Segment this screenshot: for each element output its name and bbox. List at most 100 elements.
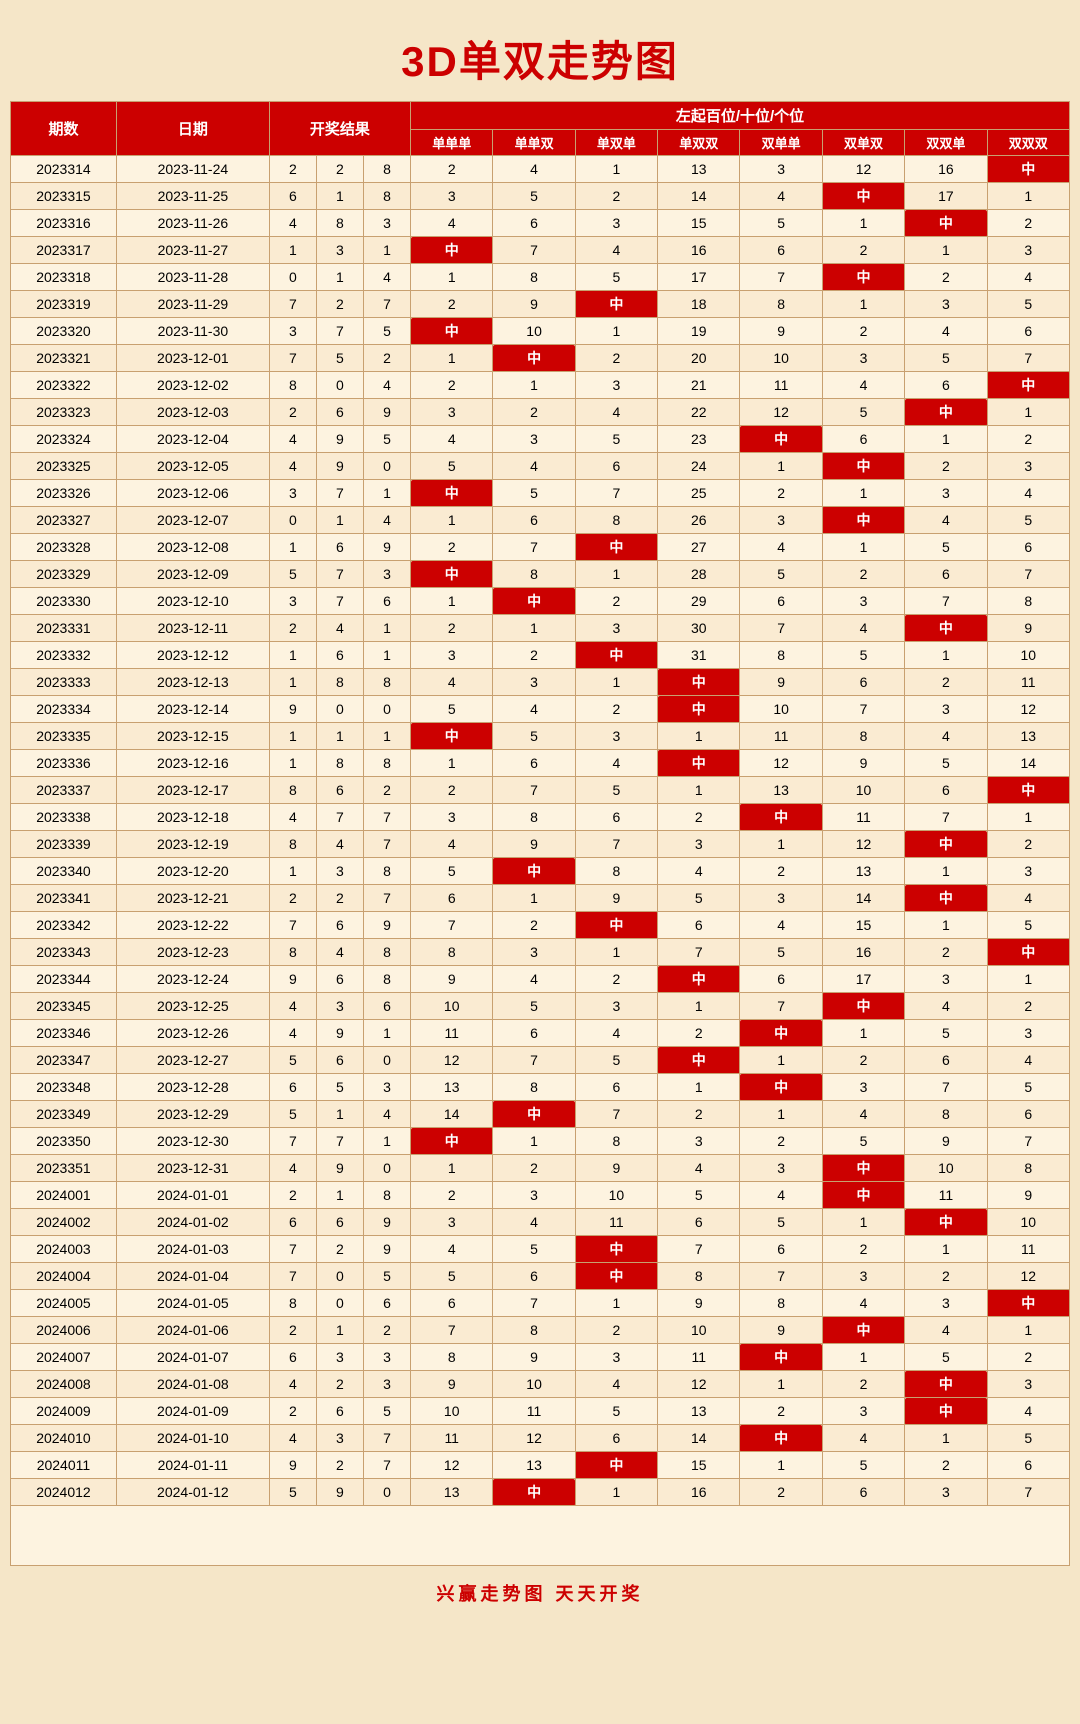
cell-result-1: 6 [316, 642, 363, 669]
cell-date: 2023-12-23 [116, 939, 269, 966]
cell-val-3: 17 [658, 264, 740, 291]
cell-result-2: 9 [363, 534, 410, 561]
cell-period: 2023336 [11, 750, 117, 777]
cell-val-7: 2 [987, 426, 1069, 453]
cell-result-1: 6 [316, 912, 363, 939]
cell-val-0: 6 [411, 1290, 493, 1317]
cell-date: 2024-01-12 [116, 1479, 269, 1506]
col-header-subtitle: 左起百位/十位/个位 [411, 102, 1070, 130]
cell-val-0: 12 [411, 1452, 493, 1479]
col-sub-6: 双单双 [822, 130, 904, 156]
cell-val-4: 5 [740, 1209, 822, 1236]
cell-val-6: 1 [905, 1236, 987, 1263]
cell-val-5: 1 [822, 480, 904, 507]
cell-val-5: 2 [822, 1047, 904, 1074]
table-row: 20233432023-12-2384883175162中 [11, 939, 1070, 966]
cell-result-2: 7 [363, 291, 410, 318]
cell-result-1: 3 [316, 1425, 363, 1452]
cell-result-2: 4 [363, 1101, 410, 1128]
cell-result-1: 3 [316, 858, 363, 885]
cell-result-2: 6 [363, 993, 410, 1020]
cell-val-2: 5 [575, 777, 657, 804]
col-sub-1: 单单单 [411, 130, 493, 156]
cell-result-1: 2 [316, 291, 363, 318]
cell-val-2: 2 [575, 1317, 657, 1344]
cell-date: 2023-11-24 [116, 156, 269, 183]
cell-date: 2023-12-12 [116, 642, 269, 669]
cell-period: 2024003 [11, 1236, 117, 1263]
cell-val-7: 2 [987, 993, 1069, 1020]
cell-result-0: 6 [269, 1074, 316, 1101]
cell-result-1: 5 [316, 1074, 363, 1101]
cell-result-2: 0 [363, 696, 410, 723]
cell-val-6: 2 [905, 264, 987, 291]
cell-val-3: 1 [658, 993, 740, 1020]
cell-result-2: 9 [363, 912, 410, 939]
cell-period: 2024001 [11, 1182, 117, 1209]
cell-val-1: 8 [493, 561, 575, 588]
cell-val-1: 7 [493, 1290, 575, 1317]
cell-val-5: 中 [822, 993, 904, 1020]
cell-result-2: 7 [363, 804, 410, 831]
table-row: 20233212023-12-017521中22010357 [11, 345, 1070, 372]
cell-val-4: 10 [740, 696, 822, 723]
cell-date: 2023-12-08 [116, 534, 269, 561]
main-table: 期数 日期 开奖结果 左起百位/十位/个位 单单单 单单双 单双单 单双双 双单… [10, 101, 1070, 1506]
cell-period: 2023350 [11, 1128, 117, 1155]
cell-val-6: 2 [905, 453, 987, 480]
cell-result-2: 3 [363, 561, 410, 588]
cell-result-1: 1 [316, 1101, 363, 1128]
cell-result-1: 4 [316, 939, 363, 966]
cell-val-6: 4 [905, 1317, 987, 1344]
cell-val-4: 11 [740, 372, 822, 399]
cell-date: 2023-11-28 [116, 264, 269, 291]
cell-val-0: 4 [411, 831, 493, 858]
cell-result-2: 2 [363, 345, 410, 372]
cell-date: 2023-11-29 [116, 291, 269, 318]
table-row: 20240082024-01-0842391041212中3 [11, 1371, 1070, 1398]
cell-result-1: 1 [316, 723, 363, 750]
cell-val-3: 19 [658, 318, 740, 345]
cell-date: 2023-12-04 [116, 426, 269, 453]
cell-result-0: 7 [269, 1263, 316, 1290]
cell-date: 2023-12-20 [116, 858, 269, 885]
cell-result-2: 2 [363, 1317, 410, 1344]
cell-result-0: 8 [269, 1290, 316, 1317]
cell-val-6: 8 [905, 1101, 987, 1128]
cell-val-5: 5 [822, 642, 904, 669]
table-row: 20240122024-01-1259013中1162637 [11, 1479, 1070, 1506]
cell-result-0: 4 [269, 1155, 316, 1182]
cell-date: 2023-12-16 [116, 750, 269, 777]
cell-val-1: 7 [493, 237, 575, 264]
cell-val-2: 1 [575, 318, 657, 345]
cell-val-1: 9 [493, 291, 575, 318]
cell-val-1: 10 [493, 318, 575, 345]
cell-val-3: 6 [658, 912, 740, 939]
cell-val-0: 7 [411, 912, 493, 939]
cell-val-0: 5 [411, 453, 493, 480]
cell-val-4: 1 [740, 453, 822, 480]
cell-result-0: 4 [269, 210, 316, 237]
cell-val-7: 8 [987, 1155, 1069, 1182]
table-row: 20233202023-11-30375中101199246 [11, 318, 1070, 345]
cell-period: 2024012 [11, 1479, 117, 1506]
cell-period: 2024010 [11, 1425, 117, 1452]
cell-period: 2023346 [11, 1020, 117, 1047]
table-row: 20233342023-12-14900542中107312 [11, 696, 1070, 723]
cell-val-0: 中 [411, 480, 493, 507]
cell-period: 2023343 [11, 939, 117, 966]
cell-val-6: 6 [905, 561, 987, 588]
page-title: 3D单双走势图 [10, 10, 1070, 101]
cell-result-2: 0 [363, 1155, 410, 1182]
cell-result-2: 4 [363, 372, 410, 399]
cell-result-1: 3 [316, 993, 363, 1020]
cell-result-0: 6 [269, 183, 316, 210]
cell-period: 2024002 [11, 1209, 117, 1236]
cell-val-2: 2 [575, 345, 657, 372]
cell-val-4: 3 [740, 1155, 822, 1182]
cell-date: 2024-01-09 [116, 1398, 269, 1425]
cell-result-0: 6 [269, 1344, 316, 1371]
cell-result-0: 5 [269, 561, 316, 588]
cell-val-5: 5 [822, 399, 904, 426]
cell-result-2: 8 [363, 858, 410, 885]
